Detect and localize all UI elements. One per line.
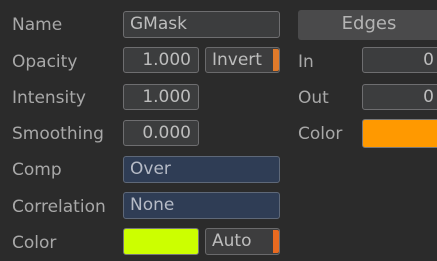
- color-swatch[interactable]: [123, 228, 199, 255]
- intensity-label: Intensity: [12, 88, 86, 108]
- intensity-field[interactable]: 1.000: [123, 84, 199, 110]
- edges-out-field[interactable]: 0: [362, 84, 437, 110]
- invert-label: Invert: [212, 50, 262, 70]
- smoothing-field[interactable]: 0.000: [123, 120, 199, 146]
- name-field[interactable]: GMask: [123, 11, 280, 38]
- edges-in-field[interactable]: 0: [362, 47, 437, 73]
- invert-toggle-button[interactable]: Invert: [205, 47, 280, 73]
- correlation-label: Correlation: [12, 197, 106, 217]
- auto-toggle-button[interactable]: Auto: [205, 228, 280, 255]
- color-label: Color: [12, 233, 57, 253]
- auto-label: Auto: [212, 231, 252, 251]
- edges-header: Edges: [298, 10, 437, 40]
- out-label: Out: [298, 88, 329, 108]
- correlation-dropdown[interactable]: None: [123, 192, 280, 219]
- edges-color-label: Color: [298, 124, 343, 144]
- invert-toggle-indicator: [273, 49, 279, 71]
- edges-color-swatch[interactable]: [362, 119, 437, 148]
- opacity-label: Opacity: [12, 52, 78, 72]
- comp-label: Comp: [12, 160, 62, 180]
- name-label: Name: [12, 15, 63, 35]
- opacity-field[interactable]: 1.000: [123, 47, 199, 73]
- comp-dropdown[interactable]: Over: [123, 156, 280, 183]
- auto-toggle-indicator: [273, 230, 279, 253]
- smoothing-label: Smoothing: [12, 124, 104, 144]
- in-label: In: [298, 52, 314, 72]
